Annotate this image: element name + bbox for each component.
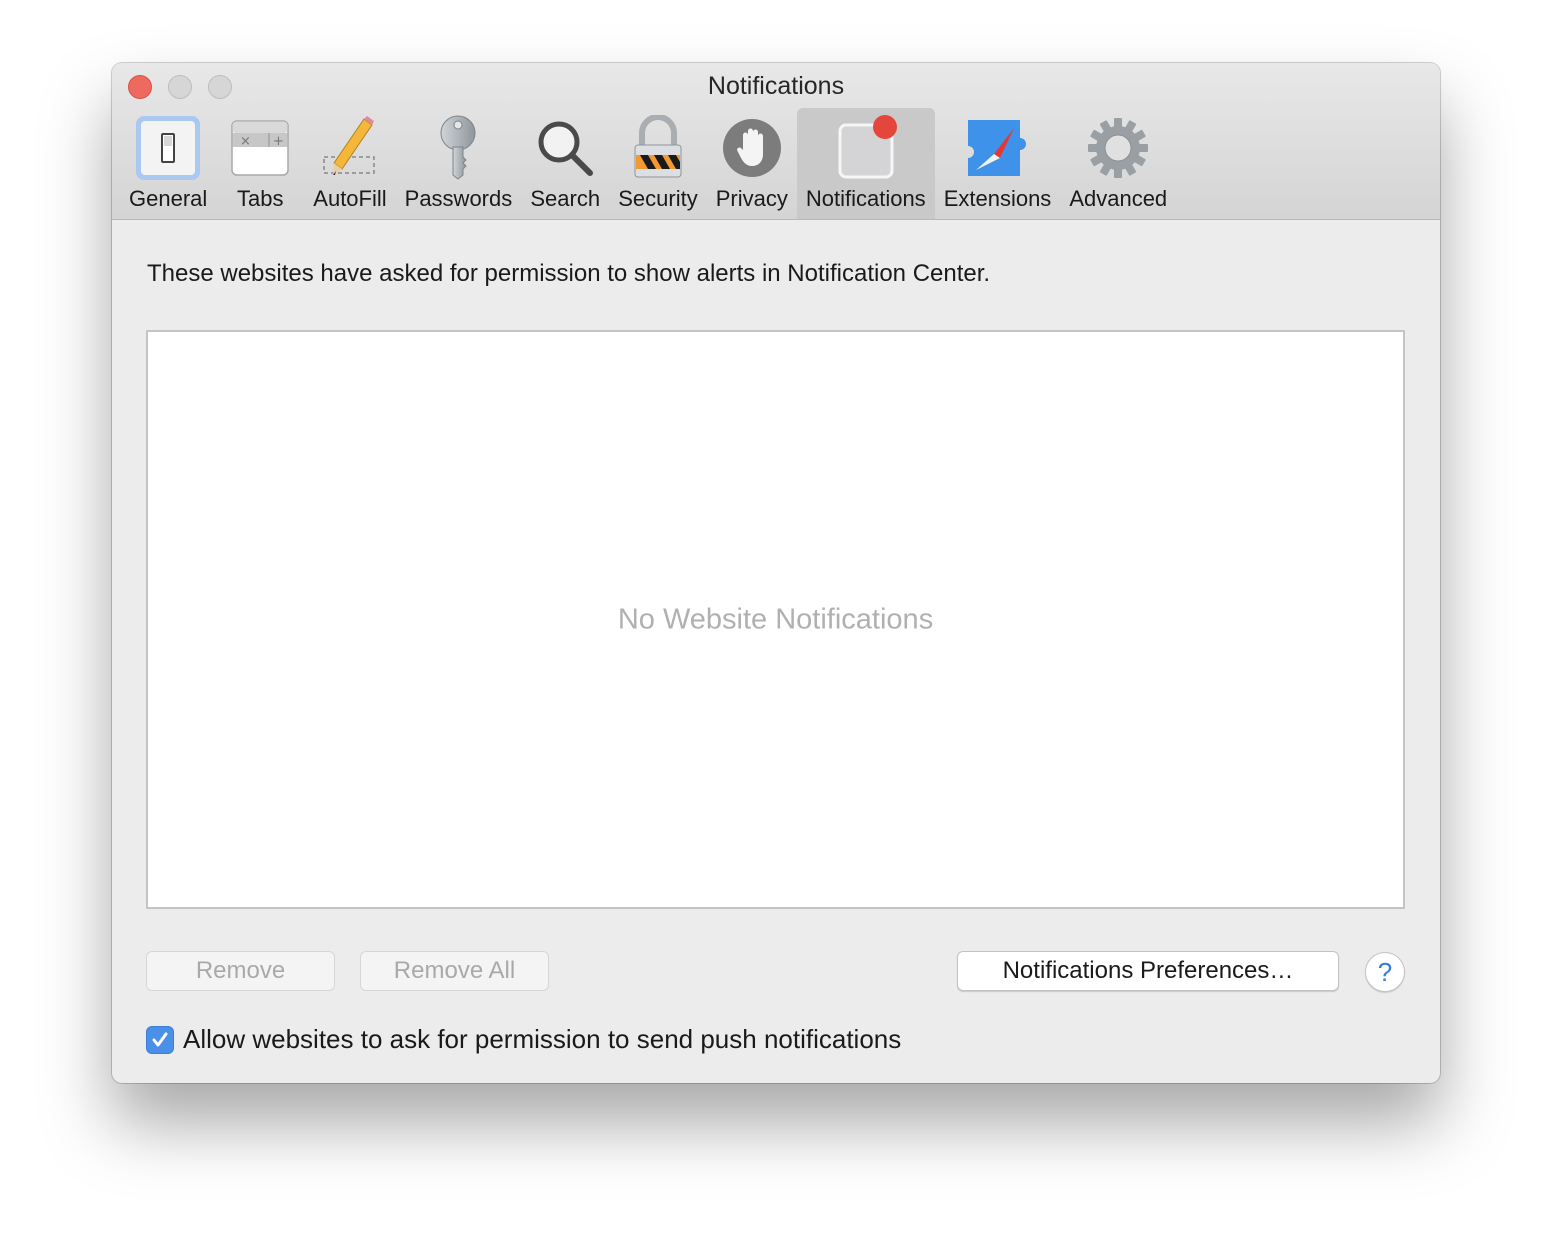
tab-advanced-label: Advanced (1069, 186, 1168, 211)
tab-autofill[interactable]: AutoFill (304, 108, 395, 219)
hand-icon (717, 112, 787, 184)
pane-description: These websites have asked for permission… (147, 260, 991, 287)
tabs-icon: × + (225, 112, 295, 184)
tab-search-label: Search (530, 186, 601, 211)
tab-notifications-label: Notifications (805, 186, 926, 211)
remove-button[interactable]: Remove (146, 951, 335, 991)
tab-privacy-label: Privacy (715, 186, 788, 211)
magnifier-icon (530, 112, 600, 184)
padlock-icon (623, 112, 693, 184)
tab-general[interactable]: General (120, 108, 216, 219)
svg-text:+: + (273, 134, 284, 149)
puzzle-compass-icon (963, 112, 1033, 184)
tab-privacy[interactable]: Privacy (707, 108, 797, 219)
pencil-icon (315, 112, 385, 184)
remove-all-button[interactable]: Remove All (360, 951, 549, 991)
window-title: Notifications (707, 72, 845, 100)
tab-passwords[interactable]: Passwords (396, 108, 522, 219)
help-button[interactable]: ? (1365, 952, 1405, 992)
tab-notifications[interactable]: Notifications (796, 108, 935, 219)
gear-icon (1083, 112, 1153, 184)
preferences-window: Notifications General × + Tabs AutoFill … (112, 63, 1440, 1083)
tab-security[interactable]: Security (609, 108, 706, 219)
tab-tabs-label: Tabs (237, 186, 284, 211)
preferences-toolbar: General × + Tabs AutoFill Passwords Sear… (120, 108, 1176, 219)
tab-extensions-label: Extensions (943, 186, 1052, 211)
general-switch-icon (133, 112, 203, 184)
notification-badge-icon (831, 112, 901, 184)
tab-autofill-label: AutoFill (313, 186, 387, 211)
notifications-pane: These websites have asked for permission… (112, 220, 1440, 1083)
tab-passwords-label: Passwords (404, 186, 513, 211)
tab-tabs[interactable]: × + Tabs (216, 108, 304, 219)
website-notifications-list[interactable]: No Website Notifications (146, 330, 1405, 909)
tab-extensions[interactable]: Extensions (935, 108, 1061, 219)
tab-security-label: Security (618, 186, 698, 211)
tab-general-label: General (129, 186, 208, 211)
title-bar: Notifications General × + Tabs AutoFill … (112, 63, 1440, 220)
empty-list-message: No Website Notifications (617, 603, 934, 635)
allow-push-permission-option[interactable]: Allow websites to ask for permission to … (146, 1024, 901, 1055)
allow-push-checkbox[interactable] (146, 1025, 174, 1054)
checkmark-icon (152, 1032, 168, 1046)
tab-advanced[interactable]: Advanced (1060, 108, 1176, 219)
tab-search[interactable]: Search (521, 108, 609, 219)
notifications-preferences-button[interactable]: Notifications Preferences… (957, 951, 1339, 991)
key-icon (423, 112, 493, 184)
svg-text:×: × (240, 134, 251, 149)
allow-push-label: Allow websites to ask for permission to … (183, 1024, 902, 1054)
